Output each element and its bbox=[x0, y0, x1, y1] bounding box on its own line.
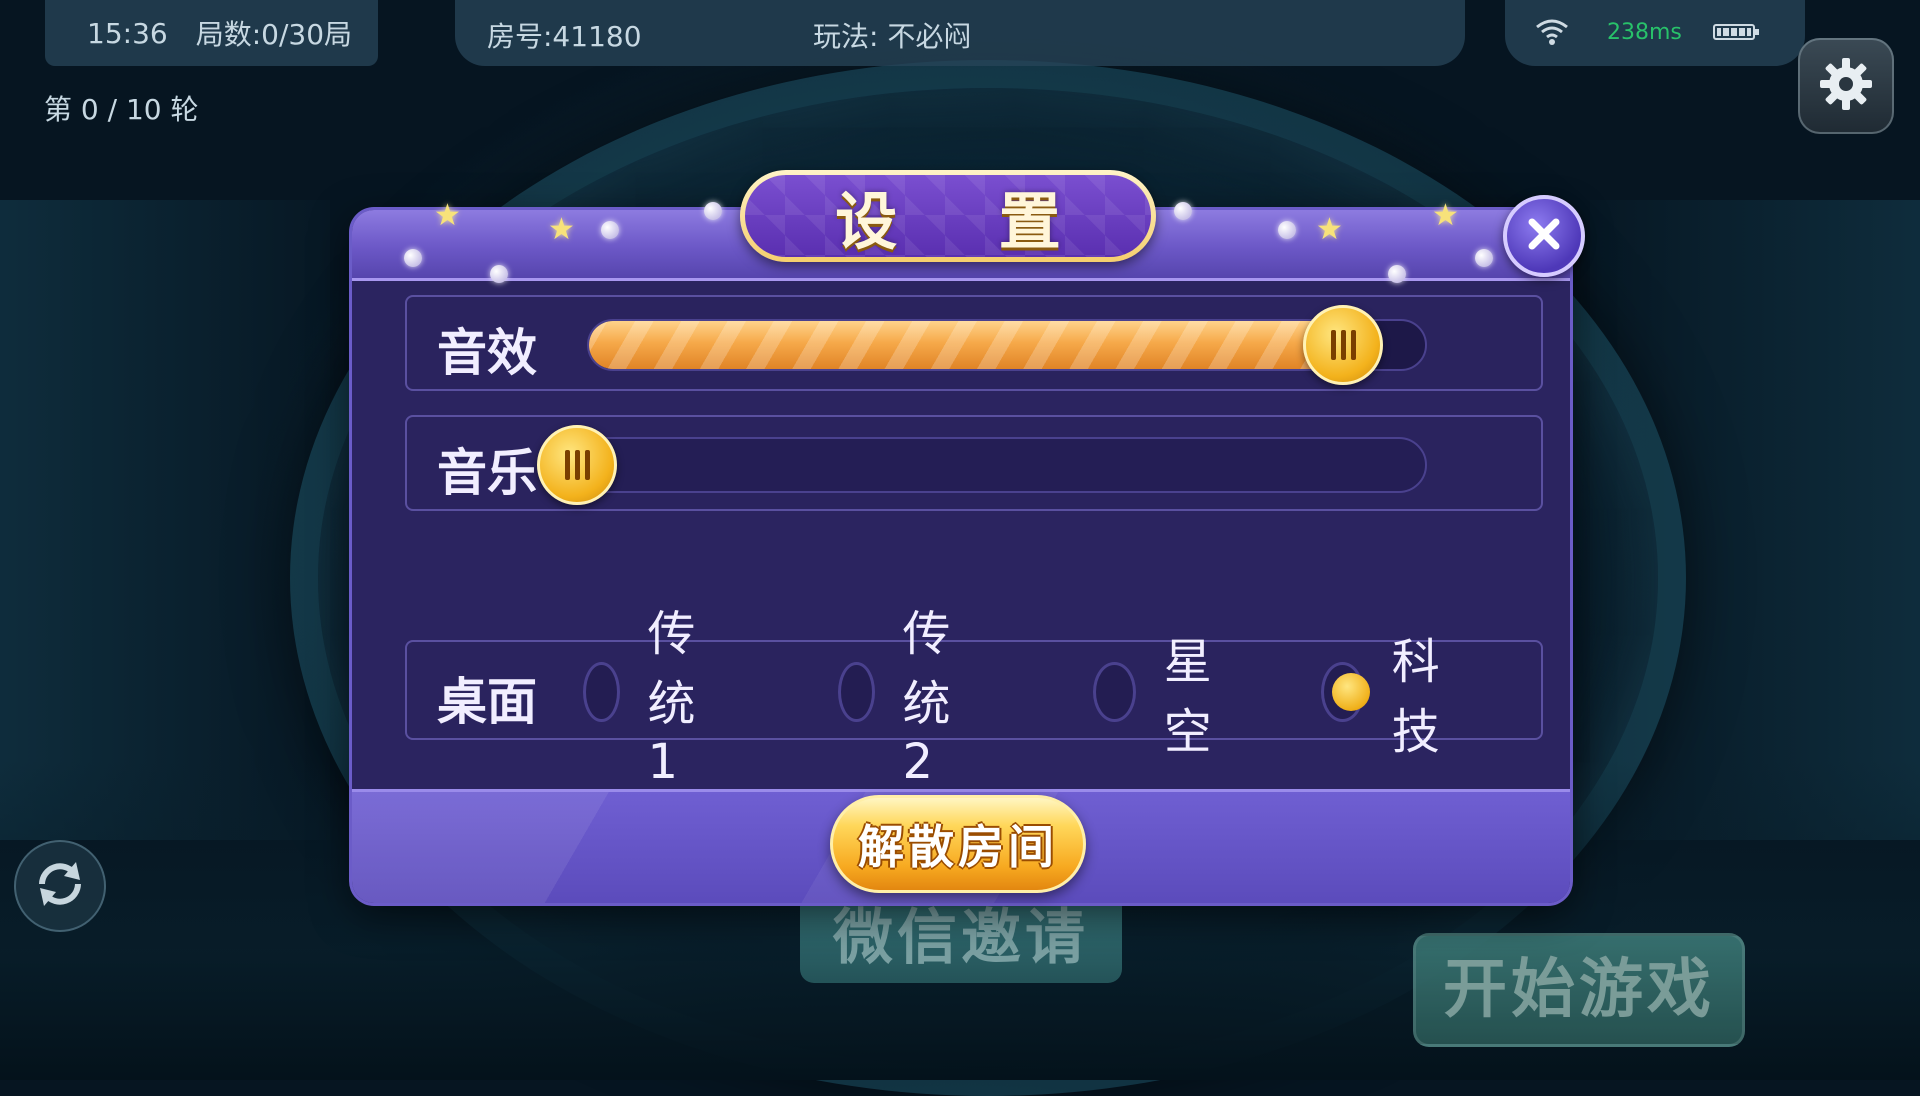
table-theme-row: 桌面 传统1 传统2 星空 科技 bbox=[405, 606, 1543, 790]
radio-button-selected[interactable] bbox=[1321, 662, 1370, 722]
battery-icon bbox=[1713, 24, 1759, 40]
wifi-icon bbox=[1535, 18, 1569, 50]
theme-option-label: 传统2 bbox=[902, 606, 951, 790]
theme-option-starry-sky[interactable]: 星空 bbox=[1093, 634, 1229, 760]
sound-effect-slider-fill bbox=[589, 321, 1375, 369]
pearl-decoration bbox=[404, 249, 422, 267]
theme-option-traditional-1[interactable]: 传统1 bbox=[583, 606, 719, 790]
pearl-decoration bbox=[1278, 221, 1296, 239]
dissolve-room-button[interactable]: 解散房间 bbox=[830, 795, 1086, 893]
radio-button[interactable] bbox=[1093, 662, 1136, 722]
pearl-decoration bbox=[704, 202, 722, 220]
status-network-panel: 238ms bbox=[1505, 0, 1805, 66]
star-decoration: ★ bbox=[1316, 212, 1343, 247]
theme-option-label: 科技 bbox=[1391, 634, 1440, 760]
theme-option-technology[interactable]: 科技 bbox=[1321, 634, 1457, 760]
sound-effect-slider-track[interactable] bbox=[587, 319, 1427, 371]
music-row: 音乐 bbox=[405, 415, 1543, 511]
clock-time: 15:36 bbox=[87, 16, 168, 50]
music-label: 音乐 bbox=[437, 444, 537, 502]
dialog-title-plate: 设 置 bbox=[740, 170, 1156, 262]
sound-effect-label: 音效 bbox=[437, 324, 537, 382]
wechat-invite-button[interactable]: 微信邀请 bbox=[800, 893, 1122, 983]
table-theme-label: 桌面 bbox=[437, 673, 537, 731]
theme-option-label: 星空 bbox=[1163, 634, 1212, 760]
pearl-decoration bbox=[601, 221, 619, 239]
theme-option-label: 传统1 bbox=[647, 606, 696, 790]
dialog-title: 设 置 bbox=[835, 185, 1101, 258]
gear-icon bbox=[1816, 54, 1876, 118]
settings-gear-button[interactable] bbox=[1798, 38, 1894, 134]
music-slider-handle[interactable] bbox=[537, 425, 617, 505]
radio-button[interactable] bbox=[583, 662, 620, 722]
pearl-decoration bbox=[1388, 265, 1406, 283]
refresh-button[interactable] bbox=[14, 840, 106, 932]
start-game-button[interactable]: 开始游戏 bbox=[1413, 933, 1745, 1047]
status-room-panel: 房号:41180 玩法: 不必闷 bbox=[455, 0, 1465, 66]
close-icon bbox=[1526, 216, 1562, 256]
star-decoration: ★ bbox=[1432, 198, 1459, 233]
radio-button[interactable] bbox=[838, 662, 875, 722]
bg-wall-left bbox=[0, 200, 330, 840]
refresh-icon bbox=[30, 854, 90, 918]
close-dialog-button[interactable] bbox=[1503, 195, 1585, 277]
sound-effect-row: 音效 bbox=[405, 295, 1543, 391]
round-progress: 第 0 / 10 轮 bbox=[44, 93, 199, 126]
music-slider-track[interactable] bbox=[557, 437, 1427, 493]
star-decoration: ★ bbox=[548, 212, 575, 247]
round-count: 局数:0/30局 bbox=[195, 18, 353, 51]
sound-effect-slider-handle[interactable] bbox=[1303, 305, 1383, 385]
room-number: 房号:41180 bbox=[487, 20, 642, 53]
game-mode: 玩法: 不必闷 bbox=[813, 20, 972, 53]
pearl-decoration bbox=[1475, 249, 1493, 267]
pearl-decoration bbox=[490, 265, 508, 283]
status-left-panel: 15:36 局数:0/30局 bbox=[45, 0, 378, 66]
pearl-decoration bbox=[1174, 202, 1192, 220]
ping-latency: 238ms bbox=[1607, 20, 1682, 45]
theme-option-traditional-2[interactable]: 传统2 bbox=[838, 606, 974, 790]
star-decoration: ★ bbox=[434, 198, 461, 233]
